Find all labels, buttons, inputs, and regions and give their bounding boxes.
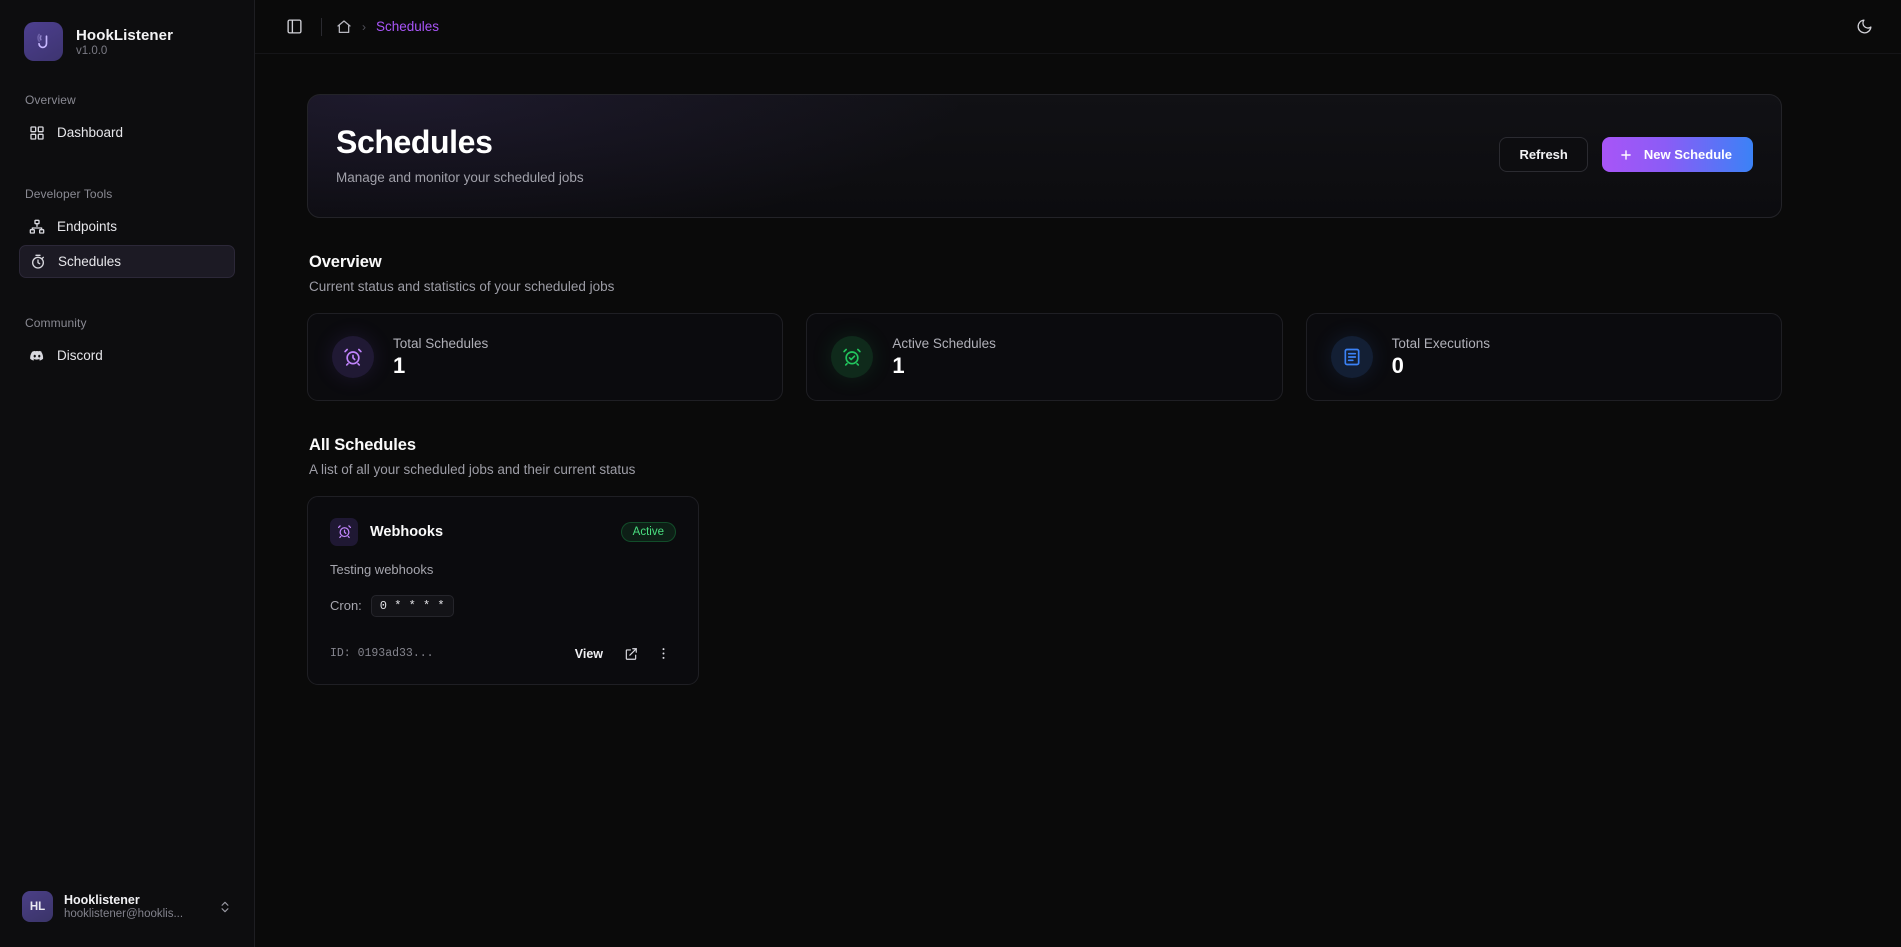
overview-title: Overview [309, 252, 382, 271]
alarm-clock-icon [332, 335, 374, 378]
schedule-card-actions: View [566, 641, 676, 667]
brand[interactable]: HookListener v1.0.0 [0, 0, 254, 61]
grid-icon [29, 125, 45, 141]
cron-expression: 0 * * * * [370, 594, 454, 617]
sidebar-item-endpoints[interactable]: Endpoints [19, 210, 235, 243]
timer-icon [30, 254, 46, 270]
schedule-description: Testing webhooks [330, 561, 434, 577]
page-hero-card: Schedules Manage and monitor your schedu… [307, 94, 1782, 218]
all-schedules-subtitle: A list of all your scheduled jobs and th… [309, 461, 636, 477]
stat-value: 1 [393, 353, 406, 379]
nav-group-label-developer-tools: Developer Tools [25, 187, 113, 201]
all-schedules-section-header: All Schedules A list of all your schedul… [309, 436, 1782, 477]
sidebar-item-dashboard[interactable]: Dashboard [19, 116, 235, 149]
all-schedules-title: All Schedules [309, 435, 416, 454]
stat-label: Active Schedules [892, 336, 996, 352]
overview-section-header: Overview Current status and statistics o… [309, 253, 1782, 294]
stat-card-active-schedules: Active Schedules 1 [806, 312, 1283, 401]
theme-toggle-button[interactable] [1849, 12, 1879, 42]
view-button[interactable]: View [566, 642, 612, 666]
hook-logo-icon [24, 22, 63, 61]
network-icon [29, 219, 45, 235]
breadcrumb-current[interactable]: Schedules [376, 19, 439, 34]
schedule-card-header: Webhooks Active [330, 517, 676, 546]
schedule-id: ID: 0193ad33... [330, 647, 434, 661]
schedule-name: Webhooks [370, 523, 444, 540]
chevrons-up-down-icon [218, 900, 232, 914]
moon-icon [1856, 18, 1873, 35]
new-schedule-button[interactable]: New Schedule [1601, 137, 1753, 173]
stat-value: 0 [1391, 353, 1404, 379]
stat-value: 1 [892, 353, 905, 379]
list-activity-icon [1330, 335, 1373, 378]
main-area: › Schedules Schedules Manage and monitor… [255, 0, 1901, 947]
stat-card-total-executions: Total Executions 0 [1305, 312, 1782, 401]
schedule-cron-row: Cron: 0 * * * * [330, 594, 676, 617]
stats-row: Total Schedules 1 Active Schedules 1 Tot… [307, 312, 1782, 401]
page-subtitle: Manage and monitor your scheduled jobs [336, 169, 584, 185]
user-email: hooklistener@hooklis... [64, 908, 184, 920]
stat-label: Total Schedules [393, 336, 489, 352]
schedule-card[interactable]: Webhooks Active Testing webhooks Cron: 0… [307, 495, 699, 685]
external-link-icon [624, 647, 638, 661]
avatar: HL [22, 891, 53, 922]
schedules-grid: Webhooks Active Testing webhooks Cron: 0… [307, 495, 1782, 685]
page-title: Schedules [336, 124, 493, 160]
panel-left-icon [286, 18, 303, 35]
nav-group-label-community: Community [25, 316, 87, 330]
alarm-clock-icon [330, 517, 358, 546]
sidebar-item-schedules[interactable]: Schedules [19, 245, 235, 278]
sidebar-item-discord[interactable]: Discord [19, 339, 235, 372]
stat-card-total-schedules: Total Schedules 1 [307, 312, 784, 401]
more-vertical-icon [656, 646, 671, 661]
page-content: Schedules Manage and monitor your schedu… [255, 54, 1901, 947]
breadcrumb-separator: › [362, 19, 366, 34]
refresh-button[interactable]: Refresh [1499, 137, 1588, 173]
brand-name: HookListener [76, 26, 174, 44]
alarm-clock-check-icon [831, 335, 874, 378]
overview-subtitle: Current status and statistics of your sc… [309, 278, 615, 294]
topbar-divider [321, 17, 322, 36]
schedule-more-menu-button[interactable] [650, 641, 676, 667]
topbar: › Schedules [255, 0, 1901, 54]
stat-label: Total Executions [1391, 336, 1490, 352]
sidebar-item-label: Dashboard [57, 125, 124, 140]
user-account-switcher[interactable]: HL Hooklistener hooklistener@hooklis... [14, 882, 240, 931]
new-schedule-label: New Schedule [1643, 147, 1732, 163]
open-external-button[interactable] [618, 641, 644, 667]
brand-version: v1.0.0 [76, 44, 108, 57]
sidebar: HookListener v1.0.0 Overview Dashboard D… [0, 0, 255, 947]
app-root: HookListener v1.0.0 Overview Dashboard D… [0, 0, 1901, 947]
schedule-card-footer: ID: 0193ad33... View [330, 641, 676, 667]
status-badge: Active [620, 521, 676, 542]
sidebar-item-label: Endpoints [57, 219, 118, 234]
sidebar-item-label: Schedules [58, 254, 122, 269]
discord-icon [29, 348, 45, 364]
breadcrumb: › Schedules [336, 19, 439, 35]
plus-icon [1619, 148, 1633, 162]
hero-actions: Refresh New Schedule [1499, 137, 1753, 173]
home-icon[interactable] [336, 19, 352, 35]
sidebar-toggle-button[interactable] [279, 12, 309, 42]
cron-label: Cron: [330, 598, 362, 614]
sidebar-nav: Overview Dashboard Developer Tools Endpo… [0, 61, 254, 882]
user-name: Hooklistener [64, 893, 140, 907]
sidebar-item-label: Discord [57, 348, 103, 363]
nav-group-label-overview: Overview [25, 93, 76, 107]
